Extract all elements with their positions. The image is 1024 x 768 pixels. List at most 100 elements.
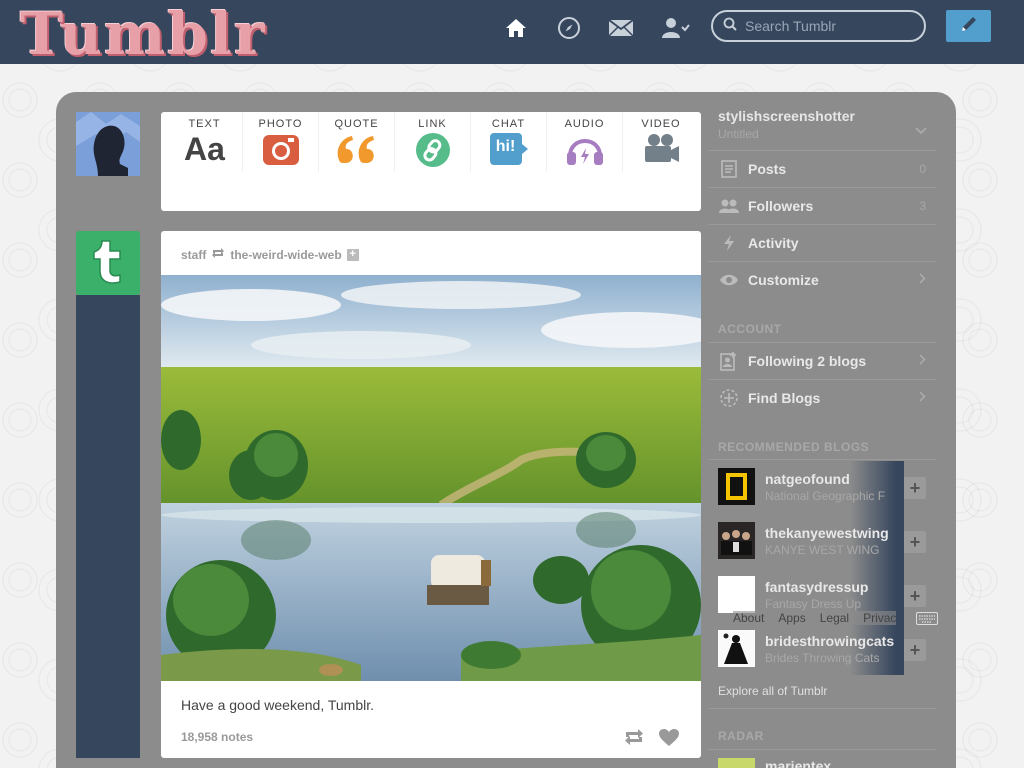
blog-name: natgeofound bbox=[765, 471, 850, 487]
post-header: staff the-weird-wide-web + bbox=[181, 247, 359, 262]
top-navbar: Tumblr bbox=[0, 0, 1024, 64]
compose-button[interactable] bbox=[946, 10, 991, 42]
activity-icon bbox=[718, 234, 740, 252]
account-icon[interactable] bbox=[661, 14, 691, 42]
post-type-label: VIDEO bbox=[641, 118, 681, 130]
post-type-bar: TEXT Aa PHOTO QUOTE LINK CHAT hi! AUDIO … bbox=[161, 112, 701, 211]
post-chat-button[interactable]: CHAT hi! bbox=[471, 112, 547, 172]
recommended-blog-item[interactable]: bridesthrowingcats Brides Throwing Cats bbox=[708, 624, 904, 678]
follow-plus-button[interactable]: + bbox=[904, 477, 926, 499]
explore-all-link[interactable]: Explore all of Tumblr bbox=[718, 684, 827, 698]
post-type-label: AUDIO bbox=[564, 118, 605, 130]
headphones-icon bbox=[547, 132, 622, 166]
search-input[interactable] bbox=[745, 18, 905, 34]
blog-subtitle: National Geographic F bbox=[765, 489, 886, 503]
reblogged-from-link[interactable]: the-weird-wide-web bbox=[230, 248, 341, 262]
radar-blog-name[interactable]: marientex bbox=[765, 758, 831, 768]
blog-thumbnail bbox=[718, 468, 755, 505]
sidebar-item-following[interactable]: Following 2 blogs bbox=[708, 342, 936, 379]
post-photo[interactable] bbox=[161, 275, 701, 681]
post-text-button[interactable]: TEXT Aa bbox=[167, 112, 243, 172]
divider bbox=[708, 749, 936, 750]
chevron-right-icon bbox=[919, 354, 926, 368]
blog-subtitle: Brides Throwing Cats bbox=[765, 651, 880, 665]
dashboard-post: staff the-weird-wide-web + Have a good w… bbox=[161, 231, 701, 758]
user-avatar[interactable] bbox=[76, 112, 140, 176]
footer-link-about[interactable]: About bbox=[733, 611, 764, 625]
footer-links: About Apps Legal Privac bbox=[733, 611, 897, 625]
sidebar-blog-name[interactable]: stylishscreenshotter bbox=[718, 108, 946, 124]
sidebar-item-label: Activity bbox=[748, 235, 799, 251]
post-type-label: LINK bbox=[418, 118, 447, 130]
chat-glyph: hi! bbox=[495, 138, 516, 155]
divider bbox=[708, 708, 936, 709]
search-icon bbox=[723, 17, 737, 36]
blog-name: bridesthrowingcats bbox=[765, 633, 895, 649]
video-camera-icon bbox=[623, 132, 699, 166]
blog-thumbnail bbox=[718, 576, 755, 613]
explore-compass-icon[interactable] bbox=[555, 14, 583, 42]
sidebar-item-posts[interactable]: Posts 0 bbox=[708, 150, 936, 187]
pencil-icon bbox=[959, 14, 979, 39]
chevron-right-icon bbox=[919, 273, 926, 287]
footer-link-apps[interactable]: Apps bbox=[778, 611, 805, 625]
post-type-label: QUOTE bbox=[334, 118, 379, 130]
sidebar-item-customize[interactable]: Customize bbox=[708, 261, 936, 298]
sidebar-blog-title: Untitled bbox=[718, 127, 759, 141]
inbox-mail-icon[interactable] bbox=[607, 14, 635, 42]
radar-blog-thumbnail[interactable] bbox=[718, 758, 755, 768]
quote-icon bbox=[319, 132, 394, 166]
eye-icon bbox=[718, 273, 740, 287]
keyboard-icon[interactable] bbox=[916, 612, 938, 630]
followers-icon bbox=[718, 198, 740, 214]
search-bar[interactable] bbox=[711, 10, 926, 42]
follow-plus-button[interactable]: + bbox=[904, 585, 926, 607]
post-type-label: TEXT bbox=[188, 118, 221, 130]
tumblr-logo[interactable]: Tumblr bbox=[20, 4, 267, 64]
sidebar-item-count: 0 bbox=[919, 162, 926, 176]
recommended-blog-item[interactable]: thekanyewestwing KANYE WEST WING bbox=[708, 516, 904, 570]
avatar-sticky-column bbox=[76, 295, 140, 758]
chevron-right-icon bbox=[919, 391, 926, 405]
post-audio-button[interactable]: AUDIO bbox=[547, 112, 623, 172]
post-video-button[interactable]: VIDEO bbox=[623, 112, 699, 172]
following-icon bbox=[718, 351, 740, 371]
sidebar-item-label: Followers bbox=[748, 198, 814, 214]
sidebar-item-label: Customize bbox=[748, 272, 819, 288]
chevron-down-icon[interactable] bbox=[915, 122, 927, 140]
post-notes-count[interactable]: 18,958 notes bbox=[181, 730, 253, 744]
reblog-small-icon bbox=[211, 247, 225, 262]
post-type-label: PHOTO bbox=[258, 118, 303, 130]
radar-heading: RADAR bbox=[718, 729, 764, 743]
reblog-icon[interactable] bbox=[623, 727, 645, 752]
post-photo-button[interactable]: PHOTO bbox=[243, 112, 319, 172]
follow-plus-button[interactable]: + bbox=[904, 531, 926, 553]
home-icon[interactable] bbox=[502, 14, 530, 42]
sidebar-item-count: 3 bbox=[919, 199, 926, 213]
footer-link-privacy[interactable]: Privac bbox=[863, 611, 896, 625]
sidebar-item-label: Find Blogs bbox=[748, 390, 821, 406]
blog-subtitle: KANYE WEST WING bbox=[765, 543, 880, 557]
footer-link-legal[interactable]: Legal bbox=[820, 611, 849, 625]
staff-avatar[interactable] bbox=[76, 231, 140, 295]
post-type-label: CHAT bbox=[491, 118, 526, 130]
account-heading: ACCOUNT bbox=[718, 322, 782, 336]
tumblr-t-icon bbox=[88, 237, 128, 290]
sidebar-item-label: Following 2 blogs bbox=[748, 353, 867, 369]
follow-plus-button[interactable]: + bbox=[904, 639, 926, 661]
post-caption: Have a good weekend, Tumblr. bbox=[181, 697, 375, 713]
blog-name: fantasydressup bbox=[765, 579, 869, 595]
like-heart-icon[interactable] bbox=[658, 728, 680, 752]
recommended-blog-item[interactable]: natgeofound National Geographic F bbox=[708, 462, 904, 516]
post-link-button[interactable]: LINK bbox=[395, 112, 471, 172]
recommended-blogs-heading: RECOMMENDED BLOGS bbox=[718, 440, 870, 454]
sidebar-item-activity[interactable]: Activity bbox=[708, 224, 936, 261]
sidebar-item-followers[interactable]: Followers 3 bbox=[708, 187, 936, 224]
post-quote-button[interactable]: QUOTE bbox=[319, 112, 395, 172]
follow-plus-icon[interactable]: + bbox=[346, 248, 359, 261]
sidebar-item-find-blogs[interactable]: Find Blogs bbox=[708, 379, 936, 416]
divider bbox=[708, 459, 936, 460]
blog-thumbnail bbox=[718, 522, 755, 559]
sidebar-item-label: Posts bbox=[748, 161, 787, 177]
post-author-link[interactable]: staff bbox=[181, 248, 206, 262]
